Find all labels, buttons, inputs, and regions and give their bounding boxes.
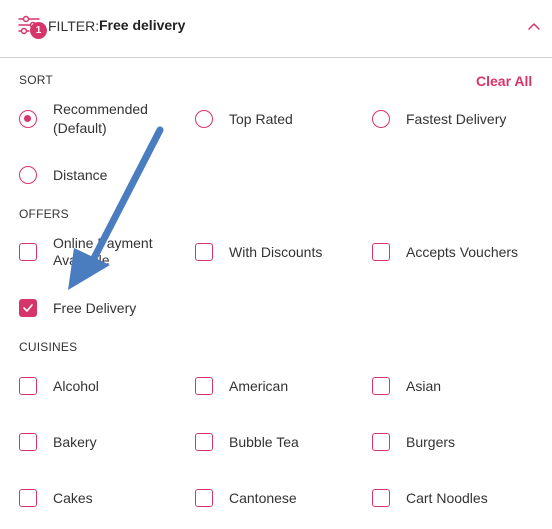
checkbox[interactable] — [19, 433, 37, 451]
cuisine-option-cart-noodles[interactable]: Cart Noodles — [372, 489, 542, 509]
cuisine-option-cakes[interactable]: Cakes — [19, 489, 179, 509]
sort-option-fastest-delivery[interactable]: Fastest Delivery — [372, 110, 542, 130]
checkbox[interactable] — [195, 377, 213, 395]
cuisine-option-bakery[interactable]: Bakery — [19, 433, 179, 453]
sort-option-top-rated[interactable]: Top Rated — [195, 110, 345, 130]
checkbox[interactable] — [19, 377, 37, 395]
checkbox[interactable] — [19, 489, 37, 507]
cuisine-option-alcohol[interactable]: Alcohol — [19, 377, 179, 397]
option-label: Fastest Delivery — [406, 111, 507, 127]
cuisine-option-bubble-tea[interactable]: Bubble Tea — [195, 433, 355, 453]
option-label: Burgers — [406, 434, 456, 450]
option-label: Cart Noodles — [406, 490, 488, 506]
active-filter-value: Free delivery — [99, 17, 186, 33]
checkbox[interactable] — [195, 243, 213, 261]
sort-section-title: SORT — [19, 73, 53, 87]
option-label: Cantonese — [229, 490, 297, 506]
option-label: Free Delivery — [53, 300, 137, 316]
option-label: Asian — [406, 378, 442, 394]
offers-section-title: OFFERS — [19, 207, 69, 221]
sort-option-recommended[interactable]: Recommended (Default) — [19, 101, 179, 141]
chevron-up-icon[interactable] — [526, 18, 542, 34]
option-label: Distance — [53, 167, 108, 183]
radio-button[interactable] — [372, 110, 390, 128]
option-label-line2: (Default) — [53, 120, 107, 136]
filter-label: FILTER: — [48, 18, 100, 34]
cuisine-option-american[interactable]: American — [195, 377, 355, 397]
offer-option-accepts-vouchers[interactable]: Accepts Vouchers — [372, 243, 542, 263]
checkbox[interactable] — [372, 243, 390, 261]
checkbox[interactable] — [19, 299, 37, 317]
cuisine-option-cantonese[interactable]: Cantonese — [195, 489, 355, 509]
radio-button[interactable] — [195, 110, 213, 128]
checkbox[interactable] — [372, 489, 390, 507]
offer-option-with-discounts[interactable]: With Discounts — [195, 243, 355, 263]
option-label: American — [229, 378, 289, 394]
filter-header[interactable]: 1 FILTER: Free delivery — [0, 0, 552, 58]
option-label: Alcohol — [53, 378, 99, 394]
checkbox[interactable] — [195, 433, 213, 451]
offer-option-free-delivery[interactable]: Free Delivery — [19, 299, 179, 319]
checkbox[interactable] — [19, 243, 37, 261]
clear-all-button[interactable]: Clear All — [476, 73, 532, 89]
option-label: Cakes — [53, 490, 93, 506]
checkbox[interactable] — [195, 489, 213, 507]
option-label: Recommended — [53, 101, 148, 117]
sort-option-distance[interactable]: Distance — [19, 166, 169, 186]
offer-option-online-payment[interactable]: Online Payment Available — [19, 235, 179, 275]
checkmark-icon — [23, 304, 33, 312]
option-label: With Discounts — [229, 244, 323, 260]
cuisine-option-asian[interactable]: Asian — [372, 377, 542, 397]
cuisines-section-title: CUISINES — [19, 340, 78, 354]
checkbox[interactable] — [372, 377, 390, 395]
checkbox[interactable] — [372, 433, 390, 451]
radio-button[interactable] — [19, 166, 37, 184]
option-label: Top Rated — [229, 111, 293, 127]
option-label: Online Payment — [53, 235, 153, 251]
radio-button[interactable] — [19, 110, 37, 128]
option-label: Accepts Vouchers — [406, 244, 519, 260]
option-label-line2: Available — [53, 252, 110, 268]
cuisine-option-burgers[interactable]: Burgers — [372, 433, 542, 453]
filter-count-badge: 1 — [30, 22, 47, 39]
option-label: Bubble Tea — [229, 434, 299, 450]
option-label: Bakery — [53, 434, 97, 450]
